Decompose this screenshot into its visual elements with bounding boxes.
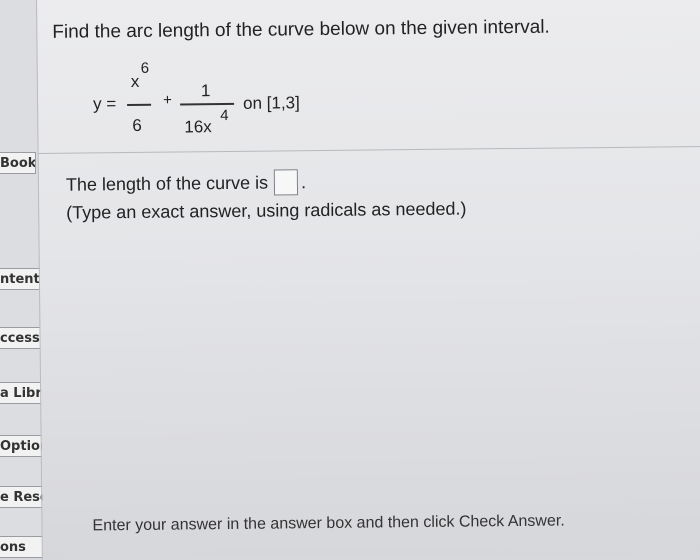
frac2-bar [180, 102, 235, 105]
answer-suffix: . [300, 171, 307, 192]
answer-line: The length of the curve is . [66, 169, 306, 198]
sidebar-item-book[interactable]: Book [0, 152, 36, 174]
equation-plus: + [162, 91, 172, 109]
frac1-numerator: x [130, 71, 140, 92]
question-title: Find the arc length of the curve below o… [52, 16, 550, 43]
footer-instruction: Enter your answer in the answer box and … [92, 512, 565, 535]
question-panel: Find the arc length of the curve below o… [36, 0, 700, 560]
frac2-denominator-exponent: 4 [220, 106, 229, 125]
answer-instruction: (Type an exact answer, using radicals as… [66, 198, 467, 223]
frac2-numerator: 1 [200, 81, 211, 101]
equation-interval: on [1,3] [242, 93, 300, 113]
frac1-bar [127, 103, 152, 106]
answer-input[interactable] [273, 169, 299, 196]
frac1-numerator-exponent: 6 [140, 59, 150, 77]
frac2-denominator: 16x [184, 117, 212, 137]
equation: y = x 6 6 + 1 16x 4 on [1,3] [92, 59, 394, 144]
frac1-denominator: 6 [132, 115, 142, 135]
section-divider [38, 145, 700, 154]
answer-prompt: The length of the curve is [65, 172, 269, 195]
equation-lhs: y = [92, 94, 117, 114]
